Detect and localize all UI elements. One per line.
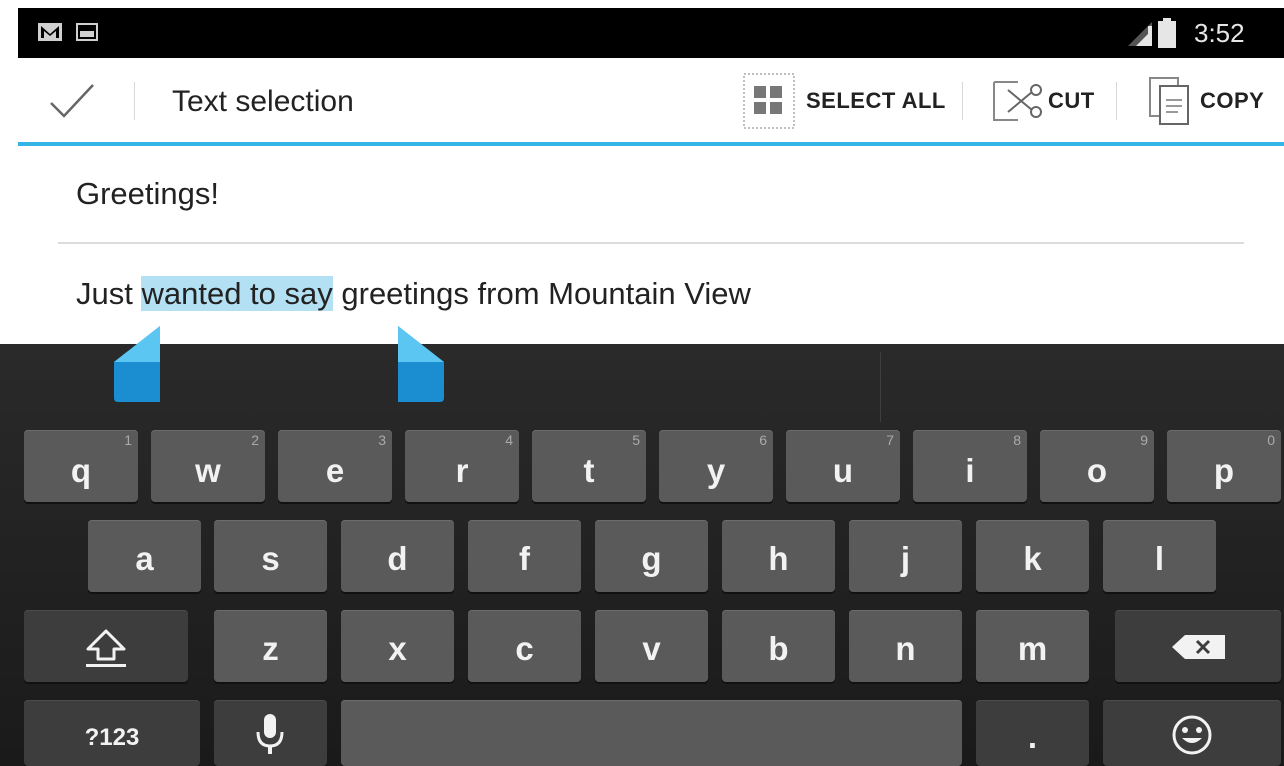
key-h[interactable]: h	[722, 520, 835, 592]
body-text-before: Just	[76, 276, 142, 311]
backspace-icon	[1172, 635, 1225, 659]
key-m[interactable]: m	[976, 610, 1089, 682]
key-d[interactable]: d	[341, 520, 454, 592]
key-z[interactable]: z	[214, 610, 327, 682]
contextual-action-bar: Text selection SELECT ALL CUT COPY	[18, 58, 1284, 146]
compose-body-field[interactable]: Just wanted to say greetings from Mounta…	[58, 246, 1244, 347]
key-u[interactable]: u7	[786, 430, 900, 502]
microphone-icon	[256, 714, 284, 754]
action-bar-divider	[962, 82, 963, 120]
key-n[interactable]: n	[849, 610, 962, 682]
checkmark-icon	[50, 84, 94, 118]
key-t[interactable]: t5	[532, 430, 646, 502]
key-i[interactable]: i8	[913, 430, 1027, 502]
cut-label: CUT	[1048, 88, 1095, 113]
cut-button[interactable]: CUT	[988, 72, 1095, 130]
copy-icon	[1149, 77, 1189, 125]
body-text: Just wanted to say greetings from Mounta…	[76, 276, 751, 312]
subject-text: Greetings!	[76, 176, 220, 211]
key-q[interactable]: q1	[24, 430, 138, 502]
key-v[interactable]: v	[595, 610, 708, 682]
key-y[interactable]: y6	[659, 430, 773, 502]
key-x[interactable]: x	[341, 610, 454, 682]
key-l[interactable]: l	[1103, 520, 1216, 592]
shift-icon	[86, 629, 126, 667]
shift-key[interactable]	[24, 610, 188, 682]
gmail-notification-icon	[38, 23, 62, 41]
key-b[interactable]: b	[722, 610, 835, 682]
body-text-after: greetings from Mountain View	[332, 276, 751, 311]
subject-field[interactable]: Greetings!	[58, 146, 1244, 244]
action-bar-divider	[134, 82, 135, 120]
done-button[interactable]	[48, 82, 96, 120]
key-o[interactable]: o9	[1040, 430, 1154, 502]
key-s[interactable]: s	[214, 520, 327, 592]
suggestion-strip-divider	[880, 352, 881, 422]
status-clock: 3:52	[1194, 18, 1245, 48]
image-notification-icon	[76, 23, 98, 41]
period-key[interactable]: .	[976, 700, 1089, 766]
key-f[interactable]: f	[468, 520, 581, 592]
copy-label: COPY	[1200, 88, 1265, 113]
select-all-button[interactable]: SELECT ALL	[742, 72, 946, 130]
key-w[interactable]: w2	[151, 430, 265, 502]
selection-end-handle[interactable]	[398, 326, 444, 402]
key-r[interactable]: r4	[405, 430, 519, 502]
select-all-icon	[743, 73, 795, 129]
key-j[interactable]: j	[849, 520, 962, 592]
key-p[interactable]: p0	[1167, 430, 1281, 502]
action-bar-divider	[1116, 82, 1117, 120]
key-e[interactable]: e3	[278, 430, 392, 502]
space-key[interactable]	[341, 700, 962, 766]
emoji-icon	[1172, 715, 1212, 755]
key-k[interactable]: k	[976, 520, 1089, 592]
key-a[interactable]: a	[88, 520, 201, 592]
status-bar: 3:52	[18, 8, 1284, 58]
backspace-key[interactable]	[1115, 610, 1281, 682]
selected-text[interactable]: wanted to say	[141, 276, 333, 311]
key-c[interactable]: c	[468, 610, 581, 682]
cut-icon	[993, 81, 1042, 121]
emoji-key[interactable]	[1103, 700, 1281, 766]
action-bar-title: Text selection	[172, 85, 354, 118]
copy-button[interactable]: COPY	[1146, 72, 1264, 130]
select-all-label: SELECT ALL	[806, 88, 946, 113]
signal-icon	[1128, 22, 1152, 46]
key-g[interactable]: g	[595, 520, 708, 592]
battery-icon	[1158, 18, 1176, 48]
voice-input-key[interactable]	[214, 700, 327, 766]
symbols-key[interactable]: ?123	[24, 700, 200, 766]
selection-start-handle[interactable]	[114, 326, 160, 402]
